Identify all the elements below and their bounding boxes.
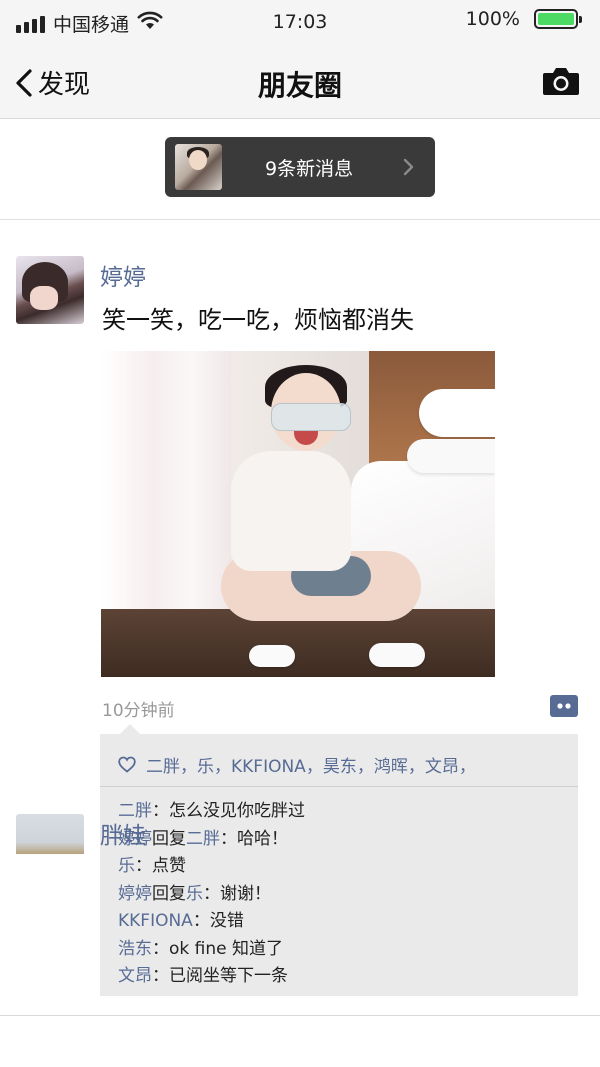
comment-author[interactable]: 文昂 <box>118 966 152 986</box>
comment-list: 二胖：怎么没见你吃胖过 婷婷回复二胖：哈哈！ 乐：点赞 婷婷回复乐：谢谢！ KKFION… <box>118 798 305 991</box>
comment-colon: ： <box>135 856 152 876</box>
comment-reply-target[interactable]: 乐 <box>186 884 203 904</box>
post-timestamp: 10分钟前 <box>102 701 175 721</box>
camera-button[interactable] <box>542 66 580 100</box>
comment-colon: ： <box>192 911 210 931</box>
reply-word: 回复 <box>152 883 186 904</box>
interaction-panel: 二胖，乐，KKFIONA，昊东，鸿晖，文昂， 二胖：怎么没见你吃胖过 婷婷回复二胖… <box>100 724 578 996</box>
comment-colon: ： <box>152 966 169 986</box>
status-right: 100% <box>465 8 582 30</box>
comment-text: ok fine 知道了 <box>169 938 283 959</box>
divider <box>100 786 578 787</box>
comment-item[interactable]: 文昂：已阅坐等下一条 <box>118 963 305 991</box>
status-bar: 中国移通 17:03 100% <box>0 0 600 44</box>
comment-text: 谢谢！ <box>220 883 271 904</box>
post-author[interactable]: 婷婷 <box>100 258 146 292</box>
comment-author[interactable]: 婷婷 <box>118 884 152 904</box>
avatar[interactable] <box>16 814 84 854</box>
chevron-right-icon <box>403 158 414 176</box>
comment-colon: ： <box>152 801 169 821</box>
avatar[interactable] <box>16 256 84 324</box>
post-text: 笑一笑，吃一吃，烦恼都消失 <box>102 306 414 334</box>
comment-author[interactable]: 浩东 <box>118 939 152 959</box>
divider <box>0 1015 600 1016</box>
comment-colon: ： <box>220 828 237 849</box>
comment-item[interactable]: 浩东：ok fine 知道了 <box>118 936 305 964</box>
reply-word: 回复 <box>152 828 186 849</box>
battery-icon <box>534 9 582 29</box>
likes-names[interactable]: 二胖，乐，KKFIONA，昊东，鸿晖，文昂， <box>146 752 476 777</box>
comment-item[interactable]: 婷婷回复二胖：哈哈！ <box>118 826 305 854</box>
comment-item[interactable]: 乐：点赞 <box>118 853 305 881</box>
new-messages-button[interactable]: 9条新消息 <box>165 137 435 197</box>
page-title: 朋友圈 <box>257 69 342 102</box>
comment-button[interactable] <box>550 695 578 721</box>
battery-percent: 100% <box>465 8 520 30</box>
navigation-bar: 发现 朋友圈 <box>0 44 600 119</box>
comment-item[interactable]: 二胖：怎么没见你吃胖过 <box>118 798 305 826</box>
post-author[interactable]: 胖娃 <box>100 816 146 850</box>
comment-author[interactable]: KKFIONA <box>118 911 193 931</box>
comment-item[interactable]: 婷婷回复乐：谢谢！ <box>118 881 305 909</box>
comment-icon <box>550 695 578 717</box>
camera-icon <box>543 68 579 95</box>
heart-icon <box>118 756 136 773</box>
notice-area: 9条新消息 <box>0 119 600 220</box>
new-messages-label: 9条新消息 <box>265 158 354 180</box>
moments-page: 中国移通 17:03 100% 发现 朋友圈 9条新消息 婷婷 笑一笑，吃一吃，… <box>0 0 600 1067</box>
notice-avatar <box>175 144 222 190</box>
comment-text: 哈哈！ <box>237 828 288 849</box>
comment-text: 怎么没见你吃胖过 <box>169 801 305 821</box>
comment-colon: ： <box>203 883 220 904</box>
comment-author[interactable]: 乐 <box>118 856 135 876</box>
comment-text: 已阅坐等下一条 <box>169 966 288 986</box>
comment-reply-target[interactable]: 二胖 <box>186 829 220 849</box>
comment-text: 点赞 <box>152 856 186 876</box>
comment-item[interactable]: KKFIONA：没错 <box>118 908 305 936</box>
post-photo[interactable] <box>101 351 495 677</box>
comment-text: 没错 <box>209 911 244 931</box>
comment-colon: ： <box>152 938 169 959</box>
likes-row: 二胖，乐，KKFIONA，昊东，鸿晖，文昂， <box>118 752 476 777</box>
